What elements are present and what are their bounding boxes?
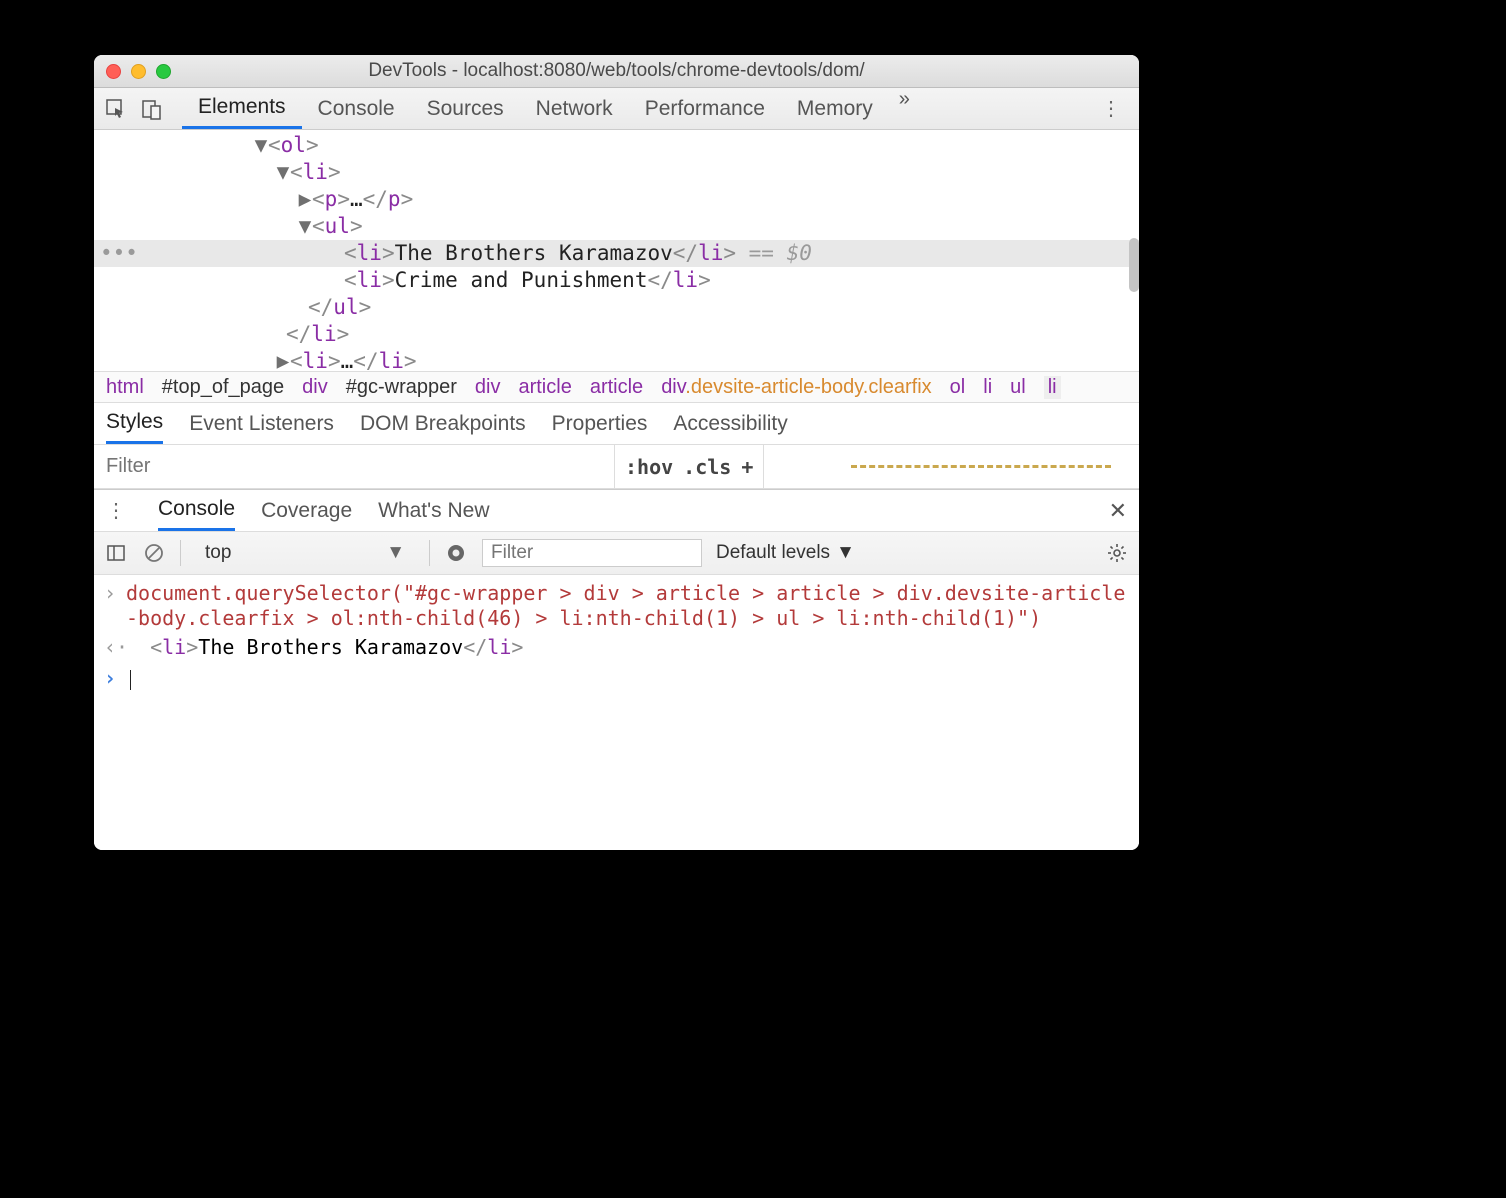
log-levels-select[interactable]: Default levels ▼ — [716, 542, 855, 564]
subtab-styles[interactable]: Styles — [106, 403, 163, 444]
styles-toggles: :hov .cls + — [614, 445, 764, 488]
console-command: document.querySelector("#gc-wrapper > di… — [126, 581, 1129, 631]
dom-tree-node[interactable]: ▼<ul> — [94, 213, 1139, 240]
tab-performance[interactable]: Performance — [629, 88, 781, 129]
close-button[interactable] — [106, 64, 121, 79]
breadcrumb-item[interactable]: li — [983, 376, 992, 399]
console-output-row: ‹· <li>The Brothers Karamazov</li> — [104, 635, 1129, 660]
console-prompt-row[interactable]: › — [104, 666, 1129, 691]
breadcrumb-item[interactable]: article — [590, 376, 643, 399]
tab-memory[interactable]: Memory — [781, 88, 889, 129]
drawer-tab-whats-new[interactable]: What's New — [378, 499, 489, 523]
dom-tree-node[interactable]: </ul> — [94, 294, 1139, 321]
dom-tree-node[interactable]: ▶<p>…</p> — [94, 186, 1139, 213]
main-toolbar: Elements Console Sources Network Perform… — [94, 88, 1139, 130]
subtab-dom-breakpoints[interactable]: DOM Breakpoints — [360, 412, 526, 436]
console-toolbar: top ▼ Default levels ▼ — [94, 531, 1139, 575]
console-sidebar-toggle-icon[interactable] — [104, 541, 128, 565]
dom-tree-node[interactable]: </li> — [94, 321, 1139, 348]
tab-network[interactable]: Network — [520, 88, 629, 129]
breadcrumb-item[interactable]: ul — [1010, 376, 1026, 399]
dom-tree-node[interactable]: ▼<li> — [94, 159, 1139, 186]
drawer-menu-icon[interactable]: ⋮ — [106, 498, 126, 523]
breadcrumb-item[interactable]: li — [1044, 376, 1061, 399]
execution-context-select[interactable]: top ▼ — [195, 538, 415, 568]
subtab-properties[interactable]: Properties — [552, 412, 648, 436]
breadcrumb-item[interactable]: #top_of_page — [162, 376, 284, 399]
tab-sources[interactable]: Sources — [411, 88, 520, 129]
live-expression-icon[interactable] — [444, 541, 468, 565]
minimize-button[interactable] — [131, 64, 146, 79]
breadcrumb-item[interactable]: article — [518, 376, 571, 399]
cls-toggle[interactable]: .cls — [683, 455, 731, 479]
settings-menu-icon[interactable]: ⋮ — [1093, 96, 1129, 121]
devtools-window: DevTools - localhost:8080/web/tools/chro… — [94, 55, 1139, 850]
dom-tree-node[interactable]: ▶<li>…</li> — [94, 348, 1139, 371]
breadcrumb-item[interactable]: html — [106, 376, 144, 399]
dropdown-icon: ▼ — [836, 542, 855, 564]
tab-console[interactable]: Console — [302, 88, 411, 129]
main-tabs: Elements Console Sources Network Perform… — [182, 88, 1093, 129]
console-body[interactable]: › document.querySelector("#gc-wrapper > … — [94, 575, 1139, 850]
maximize-button[interactable] — [156, 64, 171, 79]
window-titlebar: DevTools - localhost:8080/web/tools/chro… — [94, 55, 1139, 88]
drawer-tabs: ⋮ Console Coverage What's New ✕ — [94, 489, 1139, 531]
breadcrumb-item[interactable]: #gc-wrapper — [346, 376, 457, 399]
subtab-accessibility[interactable]: Accessibility — [673, 412, 787, 436]
console-output[interactable]: <li>The Brothers Karamazov</li> — [126, 635, 1129, 660]
scrollbar-thumb[interactable] — [1129, 238, 1139, 292]
separator — [429, 540, 430, 566]
console-settings-icon[interactable] — [1105, 541, 1129, 565]
input-marker-icon: › — [104, 581, 126, 631]
subtab-event-listeners[interactable]: Event Listeners — [189, 412, 334, 436]
hov-toggle[interactable]: :hov — [625, 455, 673, 479]
new-style-rule-icon[interactable]: + — [741, 455, 753, 479]
prompt-marker-icon: › — [104, 666, 126, 691]
styles-bar: :hov .cls + — [94, 445, 1139, 489]
breadcrumb-item[interactable]: div.devsite-article-body.clearfix — [661, 376, 931, 399]
breadcrumb-item[interactable]: div — [302, 376, 328, 399]
inspect-element-icon[interactable] — [104, 97, 128, 121]
tab-elements[interactable]: Elements — [182, 88, 302, 129]
dom-breadcrumbs: html #top_of_page div #gc-wrapper div article… — [94, 371, 1139, 403]
elements-subtabs: Styles Event Listeners DOM Breakpoints P… — [94, 403, 1139, 445]
console-prompt[interactable] — [126, 666, 1129, 691]
window-controls — [106, 64, 171, 79]
drawer-tab-coverage[interactable]: Coverage — [261, 499, 352, 523]
more-tabs-icon[interactable]: » — [889, 88, 920, 129]
dom-tree-node[interactable]: <li>Crime and Punishment</li> — [94, 267, 1139, 294]
dom-tree-node[interactable]: ▼<ol> — [94, 132, 1139, 159]
box-model-hint — [851, 465, 1111, 468]
breadcrumb-item[interactable]: div — [475, 376, 501, 399]
console-filter-input[interactable] — [482, 539, 702, 567]
close-drawer-icon[interactable]: ✕ — [1109, 498, 1127, 524]
dom-tree-node[interactable]: ••• <li>The Brothers Karamazov</li> == $… — [94, 240, 1139, 267]
console-input-row: › document.querySelector("#gc-wrapper > … — [104, 581, 1129, 631]
elements-dom-tree[interactable]: ▼<ol>▼<li>▶<p>…</p>▼<ul>••• <li>The Brot… — [94, 130, 1139, 371]
levels-label: Default levels — [716, 542, 830, 564]
breadcrumb-item[interactable]: ol — [950, 376, 966, 399]
separator — [180, 540, 181, 566]
context-label: top — [205, 542, 231, 564]
clear-console-icon[interactable] — [142, 541, 166, 565]
output-marker-icon: ‹· — [104, 635, 126, 660]
window-title: DevTools - localhost:8080/web/tools/chro… — [94, 60, 1139, 82]
drawer-tab-console[interactable]: Console — [158, 490, 235, 531]
device-toolbar-icon[interactable] — [140, 97, 164, 121]
dropdown-icon: ▼ — [386, 542, 405, 564]
styles-filter-input[interactable] — [94, 445, 614, 488]
